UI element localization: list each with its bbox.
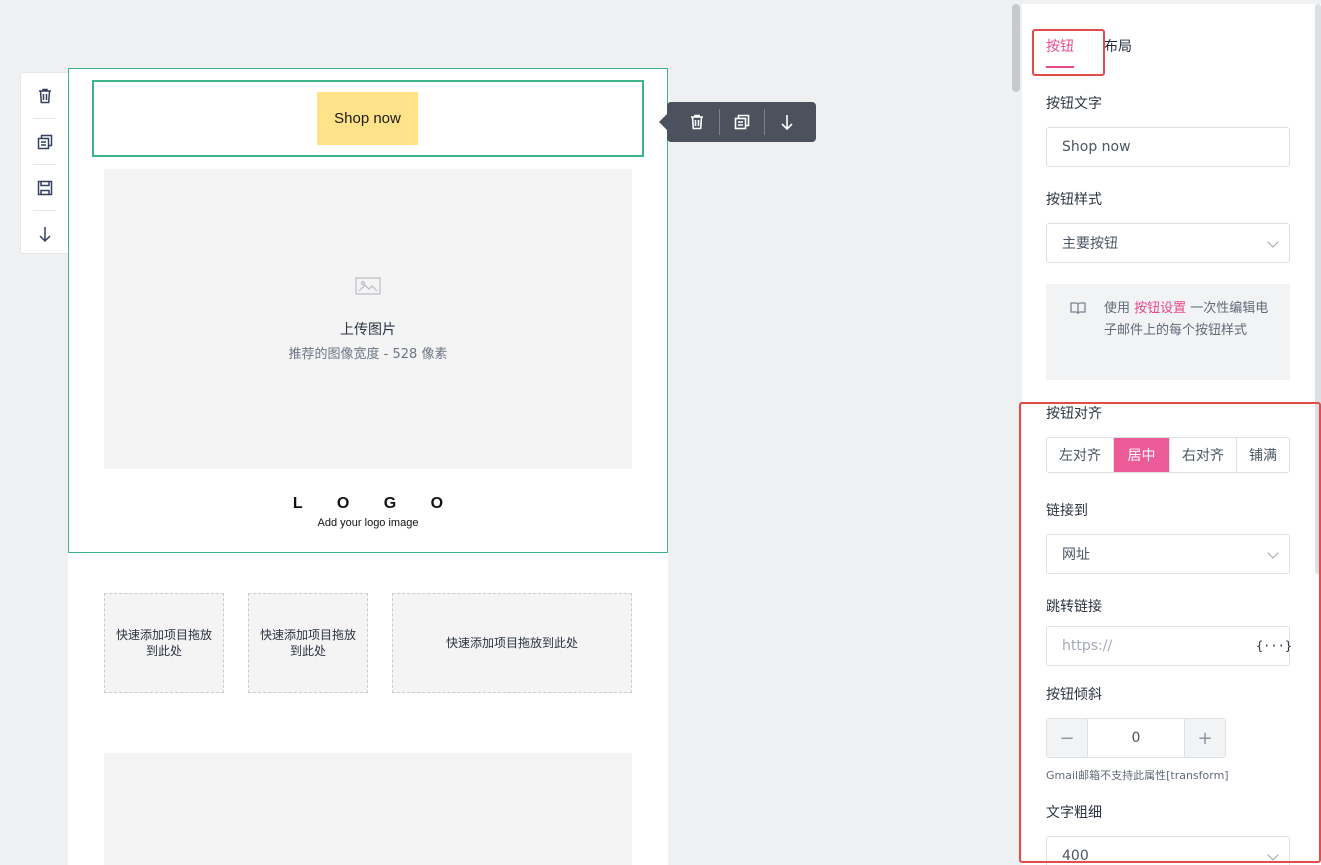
section-toolbar [20,72,68,254]
move-block-down-button[interactable] [765,102,809,142]
button-style-select[interactable]: 主要按钮 [1046,223,1290,263]
delete-block-button[interactable] [675,102,719,142]
logo-block[interactable]: L O G O Add your logo image [68,495,668,529]
copy-icon [734,114,750,130]
editor-canvas: Shop now 上传图片 推荐的图像宽度 - 528 像素 L O G O A… [0,4,1010,865]
copy-icon [37,134,52,149]
duplicate-section-button[interactable] [21,119,68,164]
upload-image-hint: 推荐的图像宽度 - 528 像素 [288,346,448,362]
button-text-input[interactable]: Shop now [1046,127,1290,167]
drop-zone[interactable]: 快速添加项目拖放到此处 [392,593,632,693]
button-settings-link[interactable]: 按钮设置 [1134,301,1186,316]
shop-now-button[interactable]: Shop now [317,92,418,145]
button-style-value: 主要按钮 [1062,236,1118,252]
delete-section-button[interactable] [21,73,68,118]
trash-icon [38,88,51,103]
drop-zone[interactable]: 快速添加项目拖放到此处 [104,593,224,693]
arrow-down-icon [38,226,51,242]
chevron-down-icon [1267,236,1279,248]
drop-zone[interactable]: 快速添加项目拖放到此处 [248,593,368,693]
upload-image-title: 上传图片 [340,321,396,338]
button-text-label: 按钮文字 [1046,96,1102,112]
email-body: Shop now 上传图片 推荐的图像宽度 - 528 像素 L O G O A… [68,68,668,865]
image-icon [355,276,381,295]
save-icon [37,180,52,195]
canvas-scrollbar[interactable] [1012,4,1020,92]
save-section-button[interactable] [21,165,68,210]
button-style-label: 按钮样式 [1046,192,1102,208]
move-section-down-button[interactable] [21,211,68,256]
tabs-highlight-box [1032,29,1105,76]
block-floating-toolbar [659,102,816,142]
logo-text: L O G O [292,495,459,512]
arrow-down-icon [781,115,793,131]
settings-highlight-box [1019,402,1321,863]
logo-subtitle: Add your logo image [317,517,419,529]
trash-icon [691,114,703,130]
button-settings-tip: 使用 按钮设置 一次性编辑电子邮件上的每个按钮样式 [1046,284,1290,380]
tab-layout[interactable]: 布局 [1104,36,1132,68]
book-icon [1070,301,1086,315]
duplicate-block-button[interactable] [720,102,764,142]
image-placeholder[interactable] [104,753,632,865]
tip-prefix: 使用 [1104,301,1135,316]
image-placeholder[interactable]: 上传图片 推荐的图像宽度 - 528 像素 [104,169,632,469]
